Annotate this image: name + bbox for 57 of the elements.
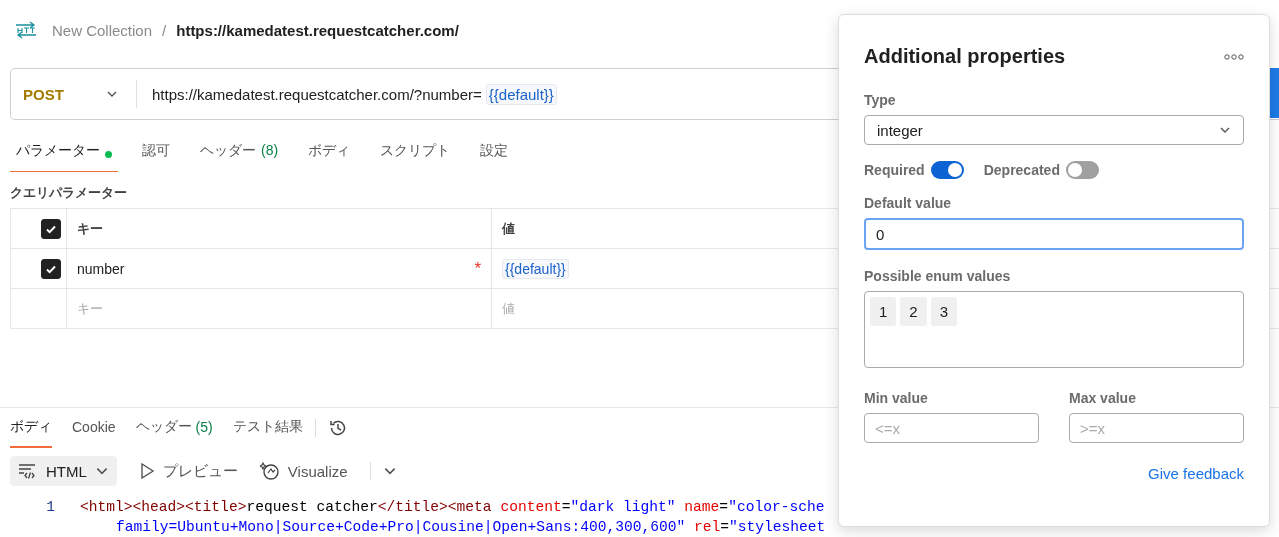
history-icon[interactable] <box>327 418 348 438</box>
toggle-label: Required <box>864 162 925 178</box>
request-tab[interactable]: 設定 <box>474 140 515 172</box>
tab-count: (8) <box>261 142 279 158</box>
field-label: Max value <box>1069 390 1137 406</box>
method-dropdown[interactable]: POST <box>11 80 136 108</box>
enum-values-field[interactable]: 1 2 3 <box>864 291 1244 368</box>
section-title: クエリパラメーター <box>10 184 127 202</box>
request-tab[interactable]: パラメーター <box>10 140 118 172</box>
url-text: https://kamedatest.requestcatcher.com/?number= <box>152 85 482 103</box>
variable-chip: {{default}} <box>502 258 569 279</box>
preview-button[interactable]: プレビュー <box>138 461 238 481</box>
enum-chip: 2 <box>900 297 927 326</box>
max-value-input[interactable]: >=x <box>1069 413 1244 443</box>
play-icon <box>138 462 155 480</box>
field-label: Possible enum values <box>864 268 1012 284</box>
request-tab[interactable]: スクリプト <box>374 140 457 172</box>
enum-chip: 3 <box>930 297 958 326</box>
response-tab[interactable]: ボディ <box>10 408 52 448</box>
column-header: キー <box>77 220 103 236</box>
enum-chip: 1 <box>870 297 897 326</box>
field-label: Type <box>864 92 897 108</box>
code-line: family=Ubuntu+Mono|Source+Code+Pro|Cousine|Open+Sans:400,300,600" rel="stylesheet <box>115 518 826 537</box>
checkbox[interactable] <box>41 258 61 279</box>
toggle-switch[interactable] <box>1065 161 1099 179</box>
default-value-input[interactable]: 0 <box>864 218 1244 250</box>
toggle-label: Deprecated <box>983 162 1060 178</box>
response-tab[interactable]: ヘッダー (5) <box>135 408 213 448</box>
response-tab[interactable]: テスト結果 <box>232 408 303 448</box>
min-value-input[interactable]: <=x <box>864 413 1039 443</box>
param-key: number <box>77 260 125 277</box>
code-line: <html><head><title>request catcher</title><meta content="dark light" name="color-sche <box>80 498 825 517</box>
field-label: Min value <box>864 390 929 406</box>
type-select[interactable]: integer <box>864 115 1244 145</box>
response-tab[interactable]: Cookie <box>72 408 116 448</box>
required-mark: * <box>474 258 481 279</box>
request-tab[interactable]: ボディ <box>302 140 357 172</box>
request-name: https://kamedatest.requestcatcher.com/ <box>176 21 459 39</box>
request-tab[interactable]: ヘッダー (8) <box>194 140 285 172</box>
request-tab[interactable]: 認可 <box>136 140 176 172</box>
collection-link[interactable]: New Collection <box>52 21 153 39</box>
format-dropdown[interactable]: HTML <box>10 456 117 486</box>
more-icon[interactable] <box>1224 52 1244 61</box>
feedback-link[interactable]: Give feedback <box>864 465 1244 482</box>
code-format-icon <box>18 463 38 479</box>
line-number: 1 <box>45 498 56 517</box>
http-icon <box>14 21 38 39</box>
tab-count: (5) <box>195 419 213 435</box>
popover-title: Additional properties <box>864 45 1066 68</box>
toggle-switch[interactable] <box>930 161 964 179</box>
breadcrumb-separator: / <box>162 21 167 39</box>
variable-chip: {{default}} <box>485 83 557 105</box>
column-header: 値 <box>502 220 515 236</box>
field-label: Default value <box>864 195 953 211</box>
sparkle-chart-icon <box>259 461 280 481</box>
checkbox[interactable] <box>41 218 61 239</box>
visualize-button[interactable]: Visualize <box>259 461 348 481</box>
